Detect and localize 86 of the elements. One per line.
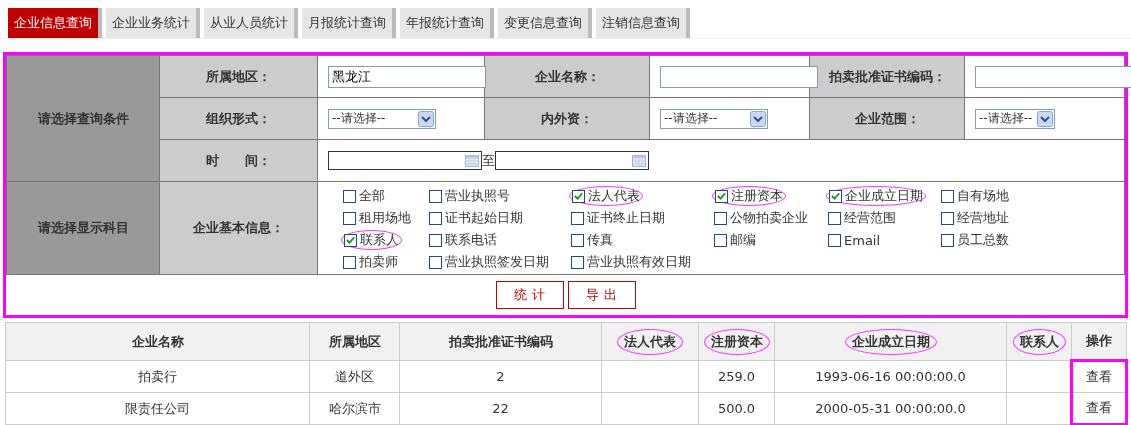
header-label: 所属地区: [327, 332, 382, 351]
checkbox[interactable]: [828, 233, 841, 247]
checkbox-option[interactable]: 传真: [569, 230, 615, 250]
checkbox-option[interactable]: 联系电话: [427, 230, 499, 250]
table-cell: 2: [399, 360, 602, 393]
header-label: 企业名称: [130, 332, 185, 351]
table-cell: 哈尔滨市: [309, 392, 400, 425]
calendar-icon: [465, 154, 479, 167]
section-label: 请选择显示科目: [37, 220, 129, 235]
table-cell: 2000-05-31 00:00:00.0: [774, 392, 1007, 425]
checkbox[interactable]: [715, 189, 728, 203]
checkbox-option[interactable]: 经营地址: [939, 209, 1011, 227]
tab[interactable]: 月报统计查询: [302, 8, 396, 38]
tab[interactable]: 变更信息查询: [498, 8, 592, 38]
input-field[interactable]: [660, 65, 818, 88]
field-label: 内外资：: [541, 110, 593, 126]
checkbox-option[interactable]: 员工总数: [939, 230, 1011, 250]
table-cell: 500.0: [698, 392, 775, 425]
checkbox[interactable]: [429, 211, 442, 225]
checkbox[interactable]: [941, 211, 954, 225]
checkbox-option[interactable]: 租用场地: [341, 209, 413, 227]
field-label: 时 间：: [206, 152, 271, 168]
field-label: 组织形式：: [206, 110, 271, 126]
checkbox[interactable]: [344, 233, 357, 247]
header-label: 拍卖批准证书编码: [447, 332, 554, 351]
table-cell: 259.0: [698, 360, 775, 393]
checkbox-option[interactable]: 证书终止日期: [569, 209, 667, 227]
action-button[interactable]: 导 出: [567, 281, 636, 309]
checkbox[interactable]: [429, 189, 442, 203]
checkbox-option[interactable]: 法人代表: [569, 186, 643, 206]
section-label: 请选择查询条件: [37, 110, 129, 126]
field-label: 拍卖批准证书编码：: [828, 68, 946, 84]
tab[interactable]: 年报统计查询: [400, 8, 494, 38]
caret-icon: [418, 110, 434, 127]
checkbox[interactable]: [343, 211, 356, 225]
checkbox[interactable]: [429, 233, 442, 247]
header-label: 操作: [1085, 332, 1113, 350]
checkbox[interactable]: [714, 233, 727, 247]
caret-icon: [1037, 110, 1053, 127]
field-label: 企业名称：: [534, 68, 600, 84]
action-button[interactable]: 统 计: [495, 281, 564, 309]
checkbox[interactable]: [828, 211, 841, 225]
checkbox-option[interactable]: 全部: [341, 186, 387, 206]
checkbox[interactable]: [941, 189, 954, 203]
checkbox-option[interactable]: 证书起始日期: [427, 209, 525, 227]
tab[interactable]: 注销信息查询: [596, 8, 690, 38]
checkbox[interactable]: [829, 189, 842, 203]
checkbox-option[interactable]: 经营范围: [826, 209, 898, 227]
tab[interactable]: 企业业务统计: [106, 8, 200, 38]
field-label: 企业基本信息：: [193, 220, 284, 235]
table-cell: 拍卖行: [5, 360, 310, 393]
checkbox-option[interactable]: 邮编: [712, 230, 758, 250]
checkbox[interactable]: [941, 233, 954, 247]
tab[interactable]: 从业人员统计: [204, 8, 298, 38]
table-cell: 1993-06-16 00:00:00.0: [774, 360, 1007, 393]
checkbox-option[interactable]: 营业执照有效日期: [569, 253, 693, 271]
range-separator: 至: [482, 151, 495, 170]
field-label: 企业范围：: [854, 110, 920, 126]
dropdown[interactable]: --请选择--: [328, 108, 436, 129]
checkbox[interactable]: [714, 211, 727, 225]
checkbox-option[interactable]: 营业执照号: [427, 186, 512, 206]
field-label: 所属地区：: [206, 68, 271, 84]
checkbox[interactable]: [572, 189, 585, 203]
caret-icon: [750, 110, 766, 127]
table-cell: 道外区: [309, 360, 400, 393]
checkbox[interactable]: [343, 189, 356, 203]
checkbox[interactable]: [343, 255, 356, 269]
calendar-icon: [632, 154, 646, 167]
checkbox[interactable]: [571, 211, 584, 225]
input-field[interactable]: [975, 65, 1131, 88]
checkbox[interactable]: [571, 233, 584, 247]
dropdown[interactable]: --请选择--: [660, 108, 768, 129]
checkbox-option[interactable]: 公物拍卖企业: [712, 209, 810, 227]
date-field[interactable]: [495, 151, 649, 170]
checkbox[interactable]: [571, 255, 584, 269]
checkbox-option[interactable]: Email: [826, 230, 883, 250]
checkbox[interactable]: [429, 255, 442, 269]
table-cell: 22: [399, 392, 602, 425]
checkbox-option[interactable]: 自有场地: [939, 186, 1011, 206]
date-field[interactable]: [328, 151, 482, 170]
checkbox-option[interactable]: 营业执照签发日期: [427, 253, 551, 271]
dropdown[interactable]: --请选择--: [975, 108, 1055, 129]
checkbox-option[interactable]: 拍卖师: [341, 253, 400, 271]
table-cell: 限责任公司: [5, 392, 310, 425]
input-field[interactable]: 黑龙江: [328, 65, 486, 88]
tab[interactable]: 企业信息查询: [8, 8, 102, 38]
